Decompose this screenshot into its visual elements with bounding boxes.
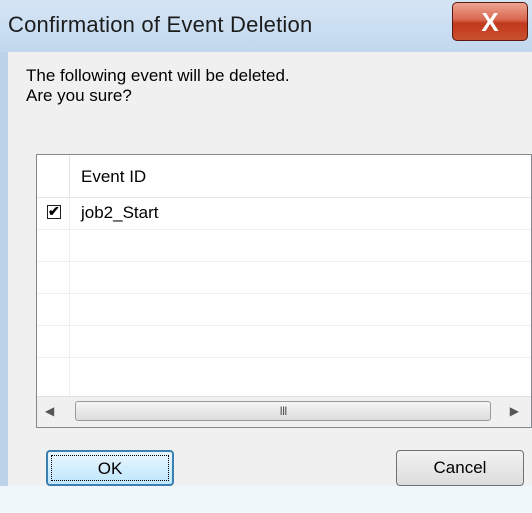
column-divider: [69, 357, 70, 397]
column-divider: [69, 229, 70, 261]
ok-button[interactable]: OK: [46, 450, 174, 486]
column-divider: [69, 293, 70, 325]
message-line-1: The following event will be deleted.: [26, 66, 290, 85]
message-line-2: Are you sure?: [26, 86, 132, 105]
column-divider: [69, 155, 70, 197]
grip-icon: III: [279, 404, 287, 418]
scroll-left-icon[interactable]: ◀: [45, 404, 54, 418]
window-title: Confirmation of Event Deletion: [8, 12, 313, 37]
event-list[interactable]: Event ID ✔ job2_Start ◀ III ▶: [36, 154, 532, 428]
column-divider: [69, 325, 70, 357]
event-id-label: job2_Start: [81, 203, 159, 222]
close-icon: X: [481, 7, 499, 37]
title-bar[interactable]: Confirmation of Event Deletion X: [0, 0, 532, 52]
focus-rectangle: [51, 455, 169, 481]
scroll-right-icon[interactable]: ▶: [510, 404, 519, 418]
confirmation-message: The following event will be deleted. Are…: [26, 66, 290, 106]
scroll-thumb[interactable]: III: [75, 401, 491, 421]
close-button[interactable]: X: [452, 2, 528, 41]
list-item: [37, 293, 531, 326]
list-item: [37, 325, 531, 358]
dialog-body: The following event will be deleted. Are…: [8, 52, 532, 486]
list-filler: [37, 357, 531, 397]
cancel-button[interactable]: Cancel: [396, 450, 524, 486]
horizontal-scrollbar[interactable]: ◀ III ▶: [37, 396, 531, 427]
list-item[interactable]: ✔ job2_Start: [37, 197, 531, 230]
event-checkbox[interactable]: ✔: [47, 203, 61, 219]
column-divider: [69, 197, 70, 229]
cancel-button-label: Cancel: [433, 458, 487, 477]
checkmark-icon: ✔: [48, 203, 60, 219]
list-item: [37, 229, 531, 262]
confirmation-dialog: Confirmation of Event Deletion X The fol…: [0, 0, 532, 513]
list-header: Event ID: [37, 155, 531, 198]
list-item: [37, 261, 531, 294]
column-divider: [69, 261, 70, 293]
column-header-event-id[interactable]: Event ID: [81, 167, 146, 187]
background-strip: [0, 486, 532, 513]
